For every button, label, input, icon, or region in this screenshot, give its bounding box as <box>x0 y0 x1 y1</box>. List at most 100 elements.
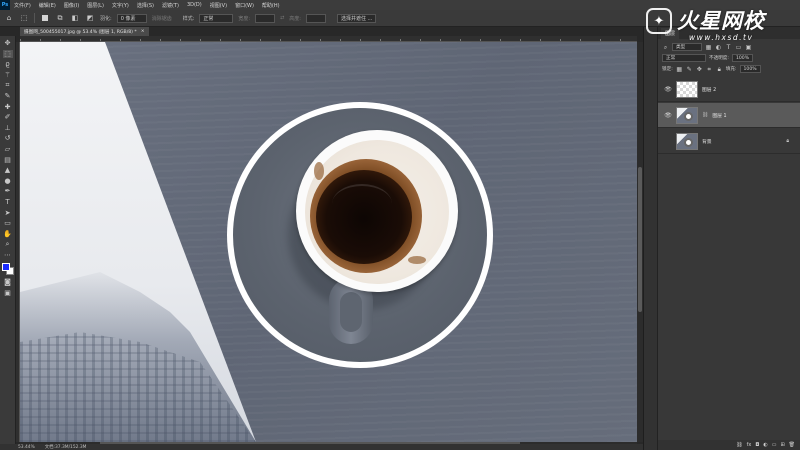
height-label: 高度: <box>289 15 301 22</box>
new-selection-icon[interactable] <box>40 13 50 23</box>
filter-adjustment-icon[interactable]: ◐ <box>715 44 722 51</box>
menu-image[interactable]: 图像(I) <box>60 2 83 9</box>
layer-name[interactable]: 背景 <box>702 138 712 145</box>
vertical-scrollbar-thumb[interactable] <box>638 167 642 312</box>
photoshop-logo[interactable]: Ps <box>0 0 10 10</box>
home-icon[interactable]: ⌂ <box>4 13 14 23</box>
lasso-icon[interactable]: ϱ <box>3 60 13 68</box>
zoom-level[interactable]: 53.44% <box>18 445 35 450</box>
layer-style-icon[interactable]: fx <box>747 442 752 448</box>
filter-pixel-icon[interactable]: ▦ <box>705 44 712 51</box>
mask-link-icon[interactable]: ⛓︎ <box>702 112 708 118</box>
menu-window[interactable]: 窗口(W) <box>231 2 258 9</box>
magic-wand-icon[interactable]: ⚚ <box>3 71 13 79</box>
lock-all-icon[interactable]: 🔒︎ <box>716 66 723 73</box>
link-layers-icon[interactable]: ⛓︎ <box>736 442 742 448</box>
layer-row-selected[interactable]: 👁︎ ⛓︎ 图层 1 <box>658 103 800 128</box>
more-tools-icon[interactable]: ⋯ <box>3 251 13 259</box>
crop-icon[interactable]: ⌗ <box>3 81 13 89</box>
dodge-icon[interactable]: ● <box>3 177 13 185</box>
intersect-selection-icon[interactable]: ◩ <box>85 13 95 23</box>
blend-mode-select[interactable]: 正常 <box>662 54 706 62</box>
width-input[interactable] <box>255 13 276 23</box>
document-canvas[interactable] <box>20 42 637 442</box>
feather-input[interactable]: 0 像素 <box>116 13 147 23</box>
thumbnail-cup <box>684 111 693 121</box>
menu-layer[interactable]: 图层(L) <box>83 2 108 9</box>
menu-filter[interactable]: 滤镜(T) <box>158 2 183 9</box>
history-brush-icon[interactable]: ↺ <box>3 134 13 142</box>
layer-row[interactable]: 👁︎ 图层 2 <box>658 77 800 102</box>
new-layer-icon[interactable]: ⊞ <box>780 442 784 448</box>
screen-mode-icon[interactable]: ▣ <box>3 289 13 297</box>
layer-row[interactable]: 背景 🔒︎ <box>658 129 800 154</box>
path-select-icon[interactable]: ➤ <box>3 209 13 217</box>
eyedropper-icon[interactable]: ✎ <box>3 92 13 100</box>
add-to-selection-icon[interactable]: ⧉ <box>55 13 65 23</box>
filter-type-icon[interactable]: T <box>725 44 732 51</box>
antialias-checkbox[interactable]: 消除锯齿 <box>152 15 172 22</box>
layer-thumbnail <box>676 106 698 124</box>
visibility-eye-icon[interactable]: 👁︎ <box>664 112 672 119</box>
lock-pixels-icon[interactable]: ✎ <box>686 66 693 73</box>
layers-panel-footer: ⛓︎ fx ◘ ◐ ▭ ⊞ 🗑︎ <box>658 440 800 450</box>
menu-edit[interactable]: 编辑(E) <box>35 2 60 9</box>
add-mask-icon[interactable]: ◘ <box>755 442 759 448</box>
delete-layer-icon[interactable]: 🗑︎ <box>789 442 795 448</box>
pen-icon[interactable]: ✒ <box>3 187 13 195</box>
opacity-label: 不透明度: <box>709 56 729 61</box>
healing-icon[interactable]: ✚ <box>3 103 13 111</box>
layer-name[interactable]: 图层 2 <box>702 86 716 93</box>
new-group-icon[interactable]: ▭ <box>772 442 777 448</box>
fill-input[interactable]: 100% <box>739 65 761 73</box>
menu-3d[interactable]: 3D(D) <box>183 2 206 8</box>
zoom-icon[interactable]: ⌕ <box>3 240 13 248</box>
divider <box>34 13 35 23</box>
eraser-icon[interactable]: ▱ <box>3 145 13 153</box>
blur-icon[interactable]: ▲ <box>3 166 13 174</box>
menu-view[interactable]: 视图(V) <box>206 2 231 9</box>
style-select[interactable]: 正常 <box>199 13 234 23</box>
document-tab[interactable]: 摄图网_500455017.jpg @ 53.4% (图层 1, RGB/8) … <box>20 27 149 36</box>
type-icon[interactable]: T <box>3 198 13 206</box>
shape-icon[interactable]: ▭ <box>3 219 13 227</box>
quick-mask-icon[interactable]: ◙ <box>3 278 13 286</box>
filter-smart-object-icon[interactable]: ▣ <box>745 44 752 51</box>
coffee-drip <box>314 162 324 180</box>
subtract-selection-icon[interactable]: ◧ <box>70 13 80 23</box>
close-tab-icon[interactable]: × <box>141 29 145 34</box>
visibility-eye-icon[interactable]: 👁︎ <box>664 86 672 93</box>
lock-transparent-icon[interactable]: ▦ <box>676 66 683 73</box>
marquee-icon[interactable]: ⬚ <box>2 49 13 58</box>
lock-position-icon[interactable]: ✥ <box>696 66 703 73</box>
marquee-tool-preset-icon[interactable]: ⬚ <box>19 13 29 23</box>
layers-panel: 图层 ⌕ 类型 ▦ ◐ T ▭ ▣ 正常 不透明度: 100% 锁定: ▦ ✎ … <box>657 27 800 450</box>
opacity-input[interactable]: 100% <box>731 54 754 62</box>
filter-shape-icon[interactable]: ▭ <box>735 44 742 51</box>
move-icon[interactable]: ✥ <box>3 39 13 47</box>
gradient-icon[interactable]: ▤ <box>3 156 13 164</box>
brush-icon[interactable]: ✐ <box>3 113 13 121</box>
layer-name[interactable]: 图层 1 <box>712 112 726 119</box>
foreground-color-swatch[interactable] <box>1 263 10 272</box>
tools-panel: ✥ ⬚ ϱ ⚚ ⌗ ✎ ✚ ✐ ⊥ ↺ ▱ ▤ ▲ ● ✒ T ➤ ▭ ✋ ⌕ … <box>0 36 16 444</box>
adjustment-layer-icon[interactable]: ◐ <box>763 442 767 448</box>
menu-help[interactable]: 帮助(H) <box>258 2 284 9</box>
lock-artboard-icon[interactable]: ⌗ <box>706 66 713 73</box>
menu-file[interactable]: 文件(F) <box>10 2 35 9</box>
select-and-mask-button[interactable]: 选择并遮住 ... <box>336 13 377 23</box>
stamp-icon[interactable]: ⊥ <box>3 124 13 132</box>
menu-select[interactable]: 选择(S) <box>133 2 158 9</box>
lock-label: 锁定: <box>662 67 673 72</box>
swap-icon[interactable]: ⇄ <box>280 15 284 21</box>
style-label: 样式: <box>182 15 195 22</box>
collapsed-panels <box>643 27 657 450</box>
height-input[interactable] <box>305 13 326 23</box>
document-size[interactable]: 文档:37.3M/152.3M <box>45 444 87 450</box>
menu-type[interactable]: 文字(Y) <box>108 2 133 9</box>
tab-layers[interactable]: 图层 <box>661 27 680 39</box>
feather-label: 羽化: <box>100 15 112 22</box>
layer-kind-filter[interactable]: 类型 <box>672 43 702 51</box>
color-swatches[interactable] <box>1 263 14 276</box>
hand-icon[interactable]: ✋ <box>3 230 13 238</box>
